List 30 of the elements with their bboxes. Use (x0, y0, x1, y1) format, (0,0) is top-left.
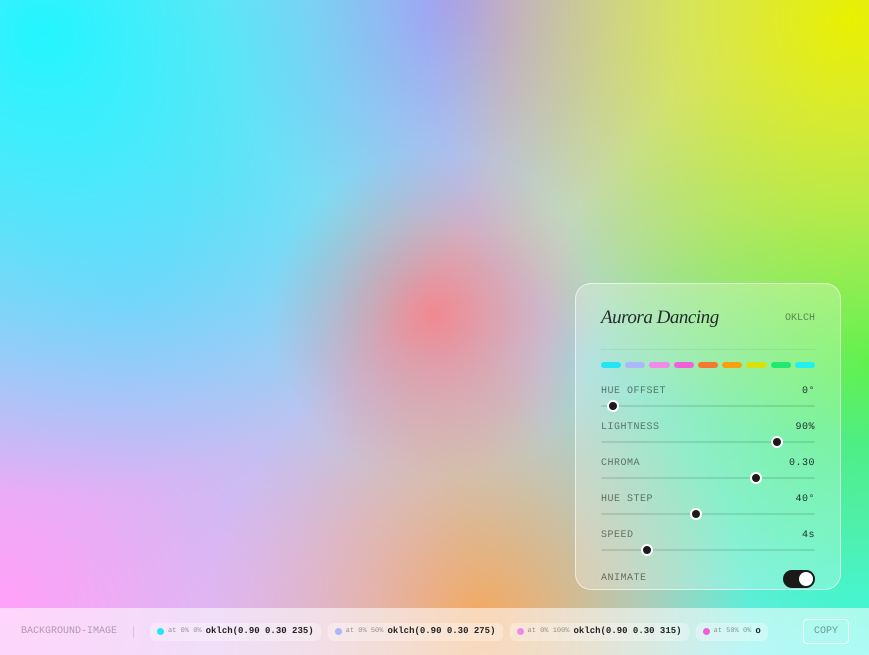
slider-track[interactable] (601, 544, 815, 556)
slider-track[interactable] (601, 400, 815, 412)
stop-value: o (755, 624, 761, 638)
control-label: HUE STEP (601, 492, 654, 506)
stop-value: oklch(0.90 0.30 235) (206, 624, 314, 638)
slider-thumb[interactable] (690, 508, 702, 520)
control-value: 90% (795, 420, 815, 434)
control-label: HUE OFFSET (601, 384, 666, 398)
control-label: SPEED (601, 528, 634, 542)
slider-thumb[interactable] (770, 436, 783, 448)
control-label: LIGHTNESS (601, 420, 660, 434)
slider-track[interactable] (601, 508, 815, 520)
copy-button[interactable]: COPY (802, 619, 849, 644)
stop-value: oklch(0.90 0.30 275) (387, 624, 496, 638)
slider-track[interactable] (601, 472, 815, 484)
color-mode-label: OKLCH (784, 312, 815, 326)
control-label: CHROMA (601, 456, 640, 470)
control-value: 40° (795, 492, 815, 506)
property-label: BACKGROUND-IMAGE (21, 625, 118, 639)
slider-thumb[interactable] (750, 472, 762, 484)
slider-track[interactable] (601, 436, 815, 448)
control-label: ANIMATE (601, 572, 647, 586)
control-value: 0.30 (788, 456, 815, 470)
slider-thumb[interactable] (607, 400, 620, 412)
panel-title: Aurora Dancing (601, 306, 719, 330)
stop-value: oklch(0.90 0.30 315) (574, 624, 682, 638)
slider-thumb[interactable] (641, 544, 654, 556)
control-value: 4s (802, 528, 815, 542)
animate-toggle[interactable] (783, 570, 815, 588)
control-value: 0° (802, 384, 815, 398)
